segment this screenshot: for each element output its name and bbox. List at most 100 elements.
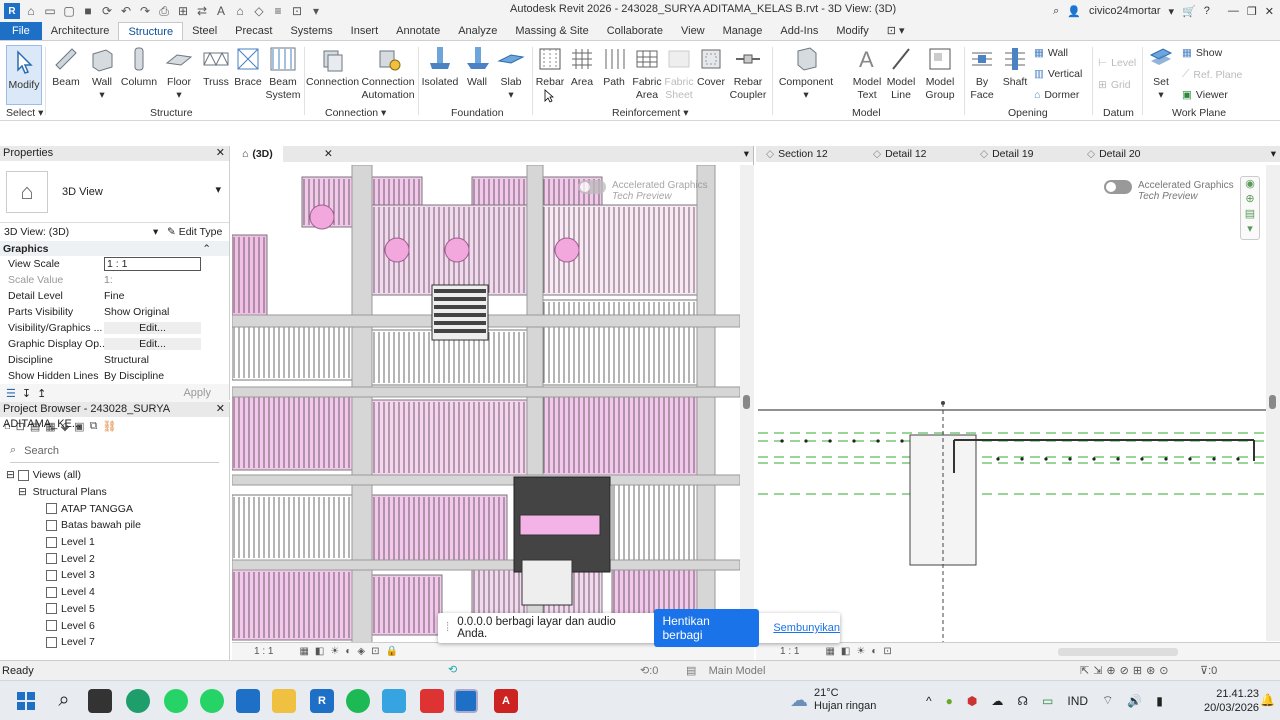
tree-plan-item[interactable]: Level 1: [0, 534, 229, 551]
tab-menu-icon[interactable]: ▾: [1271, 148, 1276, 160]
graphics-section[interactable]: Graphics ⌃: [0, 241, 229, 256]
property-value[interactable]: Show Original: [104, 306, 229, 318]
set-button[interactable]: Set ▾: [1146, 45, 1176, 102]
search-icon[interactable]: ⌕: [52, 689, 76, 713]
pdf-icon[interactable]: [420, 689, 444, 713]
shadows-icon[interactable]: ◐: [871, 646, 877, 657]
shadows-icon[interactable]: ◐: [345, 646, 351, 657]
beam-button[interactable]: Beam: [48, 45, 84, 89]
grid-button[interactable]: ⊞ Grid: [1098, 79, 1131, 91]
view-scale[interactable]: 1 : 1: [780, 646, 799, 657]
edit-type-button[interactable]: ✎ Edit Type: [167, 226, 222, 238]
model-text-button[interactable]: A Model Text: [850, 45, 884, 102]
area-button[interactable]: Area: [568, 45, 596, 89]
clock[interactable]: 21.41.23 20/03/2026: [1204, 687, 1259, 715]
property-value[interactable]: By Discipline: [104, 370, 229, 382]
modify-button[interactable]: Modify: [6, 45, 42, 105]
property-row[interactable]: Visibility/Graphics ... Edit...: [0, 320, 229, 336]
tab-architecture[interactable]: Architecture: [42, 22, 119, 40]
fabric-area-button[interactable]: Fabric Area: [630, 45, 664, 102]
tree-plan-item[interactable]: Level 2: [0, 550, 229, 567]
user-icon[interactable]: 👤: [1067, 5, 1081, 18]
apply-button[interactable]: Apply: [183, 387, 211, 399]
notifications-icon[interactable]: 🔔: [1260, 693, 1275, 707]
whatsapp-business-icon[interactable]: [200, 689, 224, 713]
chevron-up-icon[interactable]: ^: [926, 694, 932, 708]
close-button[interactable]: ✕: [1265, 5, 1274, 18]
text-icon[interactable]: A: [213, 3, 229, 19]
path-button[interactable]: Path: [600, 45, 628, 89]
filter-icon[interactable]: ⊽:0: [1200, 664, 1217, 677]
tree-plan-item[interactable]: Level 5: [0, 601, 229, 618]
close-hidden-icon[interactable]: ⊡: [289, 3, 305, 19]
tree-views-all[interactable]: ⊟ Views (all): [0, 467, 229, 484]
tab-collaborate[interactable]: Collaborate: [598, 22, 672, 40]
panel-connection[interactable]: Connection ▾: [325, 107, 386, 119]
battery-status-icon[interactable]: ▮: [1156, 694, 1163, 708]
windows-start-icon[interactable]: [14, 689, 38, 713]
section-canvas[interactable]: [756, 165, 1266, 643]
edge-icon[interactable]: [126, 689, 150, 713]
tab-modify[interactable]: Modify: [827, 22, 877, 40]
isolated-button[interactable]: Isolated: [420, 45, 460, 89]
design-options-icon[interactable]: ⟲:0: [640, 664, 658, 677]
property-row[interactable]: Graphic Display Op... Edit...: [0, 336, 229, 352]
selection-filters[interactable]: ⇱⇲⊕⊘⊞⊛⊙: [1080, 664, 1173, 677]
weather-widget[interactable]: ☁ 21°C Hujan ringan: [790, 687, 876, 713]
sync-icon[interactable]: ⟳: [99, 3, 115, 19]
snipping-icon[interactable]: [382, 689, 406, 713]
tree-plan-item[interactable]: Level 7: [0, 634, 229, 651]
lock-icon[interactable]: 🔒: [385, 646, 397, 657]
close-icon[interactable]: ✕: [216, 146, 225, 161]
app-red-icon[interactable]: ⬢: [967, 694, 977, 708]
property-row[interactable]: View Scale 1 : 1: [0, 256, 229, 272]
wall-button[interactable]: Wall ▾: [86, 45, 118, 102]
language[interactable]: IND: [1067, 694, 1088, 708]
browser-search[interactable]: ⌕ Search: [10, 439, 219, 463]
dormer-button[interactable]: ⌂ Dormer: [1034, 89, 1079, 101]
tab-3d[interactable]: ⌂ (3D): [232, 146, 283, 162]
cart-icon[interactable]: 🛒: [1182, 5, 1196, 18]
drag-handle-icon[interactable]: ⁞: [446, 622, 449, 634]
task-view-icon[interactable]: [88, 689, 112, 713]
opening-wall-button[interactable]: ▦ Wall: [1034, 47, 1068, 59]
property-value[interactable]: Fine: [104, 290, 229, 302]
tab-structure[interactable]: Structure: [118, 22, 184, 40]
align-icon[interactable]: ⇄: [194, 3, 210, 19]
help-icon[interactable]: ?: [1204, 5, 1210, 17]
property-row[interactable]: Parts Visibility Show Original: [0, 304, 229, 320]
property-value[interactable]: 1 : 1: [104, 257, 201, 271]
green-app-icon[interactable]: ●: [946, 694, 953, 708]
view-3d[interactable]: ⌂ (3D) ✕ ▾ Accelerated Graphics Tech Previ…: [232, 146, 754, 660]
model-line-button[interactable]: Model Line: [884, 45, 918, 102]
whatsapp-icon[interactable]: [164, 689, 188, 713]
autocad-icon[interactable]: A: [494, 689, 518, 713]
tab-detail-20[interactable]: ◇ Detail 20: [1077, 146, 1184, 162]
detail-level-icon[interactable]: ▦: [825, 646, 834, 657]
hide-button[interactable]: Sembunyikan: [773, 622, 840, 634]
close-icon[interactable]: ✕: [216, 402, 225, 417]
tree-plan-item[interactable]: Level 3: [0, 567, 229, 584]
vertical-button[interactable]: ▥ Vertical: [1034, 68, 1082, 80]
section-icon[interactable]: ◇: [251, 3, 267, 19]
panel-reinforcement[interactable]: Reinforcement ▾: [612, 107, 688, 119]
level-button[interactable]: ⊢ Level: [1098, 57, 1136, 69]
chevron-down-icon[interactable]: ▾: [153, 226, 158, 238]
cover-button[interactable]: Cover: [696, 45, 726, 89]
horizontal-scrollbar[interactable]: [1057, 647, 1178, 656]
redo-icon[interactable]: ↷: [137, 3, 153, 19]
sort-icon[interactable]: ☰: [6, 387, 16, 400]
slab-button[interactable]: Slab ▾: [496, 45, 526, 102]
visual-style-icon[interactable]: ◧: [315, 646, 324, 657]
shaft-button[interactable]: Shaft: [1000, 45, 1030, 89]
screen-recorder-icon[interactable]: [454, 689, 478, 713]
tree-plan-item[interactable]: Batas bawah pile: [0, 517, 229, 534]
property-value[interactable]: Structural: [104, 354, 229, 366]
property-row[interactable]: Show Hidden Lines By Discipline: [0, 368, 229, 384]
model-group-button[interactable]: Model Group: [920, 45, 960, 102]
cloud-icon[interactable]: ☁: [991, 694, 1003, 708]
view-section[interactable]: ◇ Section 12 ◇ Detail 12 ◇ Detail 19 ◇ Detail 2…: [756, 146, 1280, 660]
revit-icon[interactable]: R: [310, 689, 334, 713]
measure-icon[interactable]: ⊞: [175, 3, 191, 19]
new-icon[interactable]: ▢: [61, 3, 77, 19]
